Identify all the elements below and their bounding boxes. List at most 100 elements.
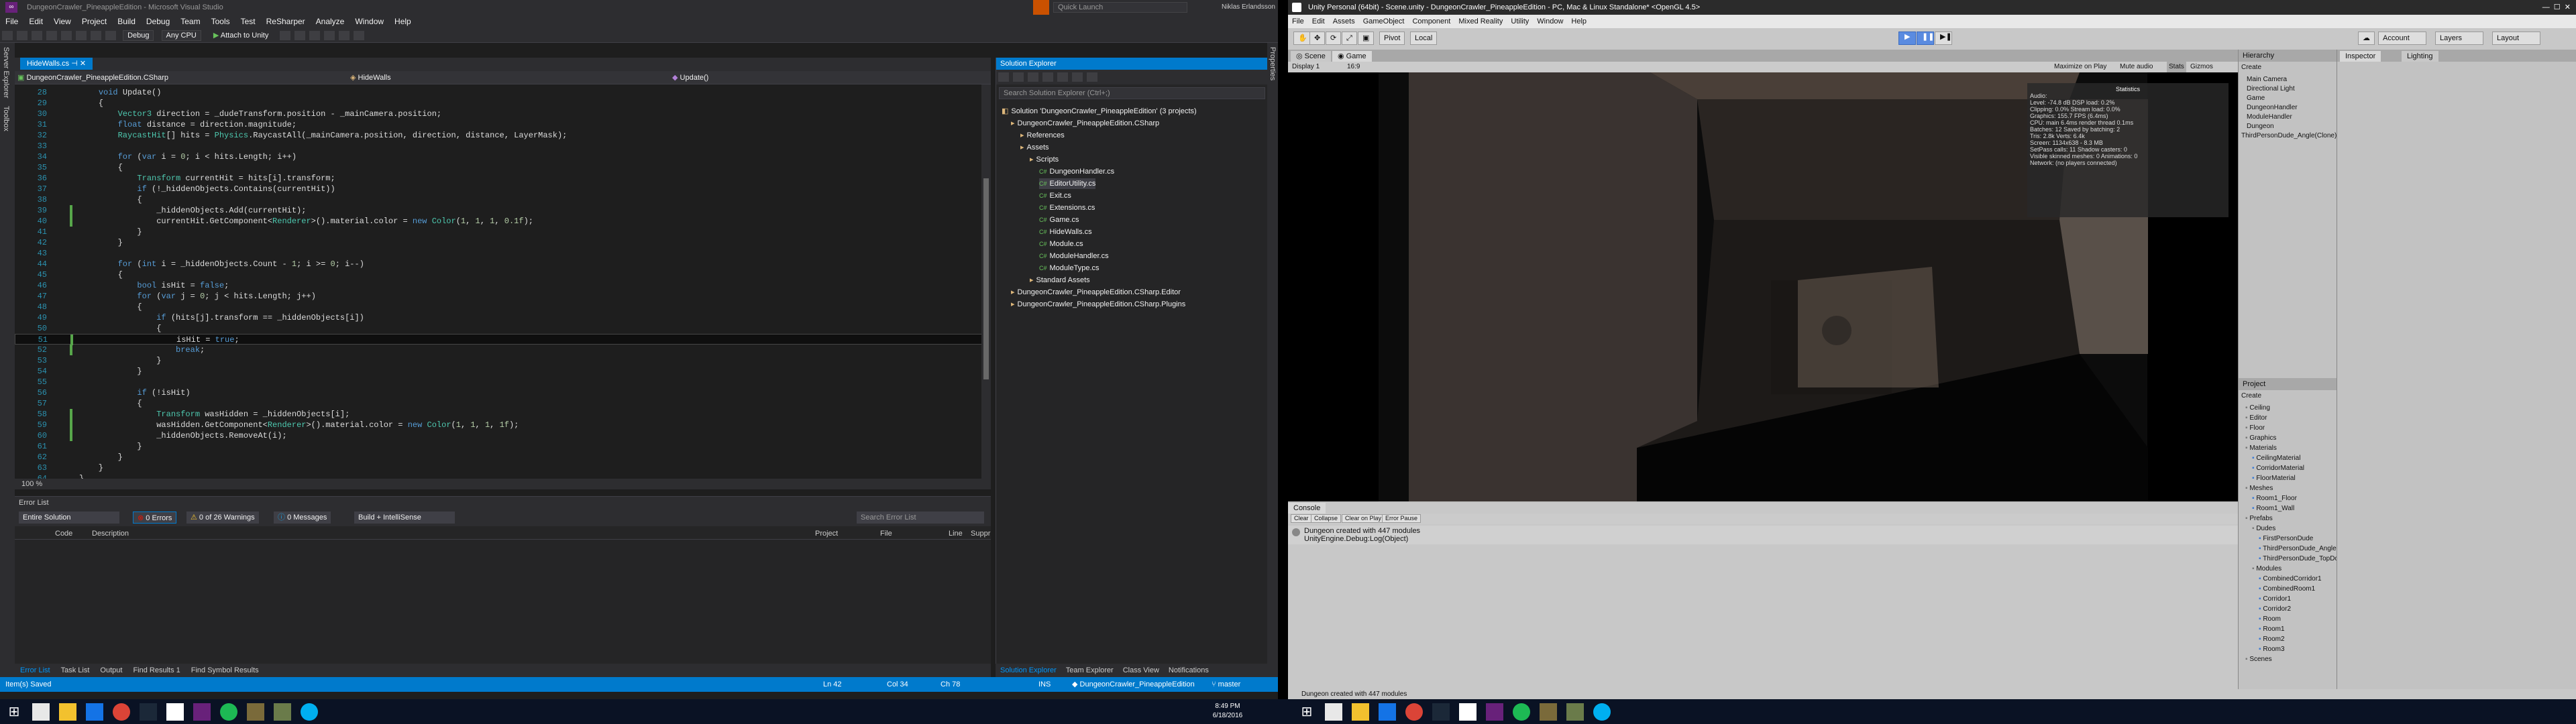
project-item[interactable]: ▪ Ceiling [2245, 404, 2270, 413]
editor-scrollbar[interactable] [981, 84, 991, 479]
umenu-help[interactable]: Help [1567, 15, 1591, 28]
code-line[interactable]: 56 if (!isHit) [15, 387, 991, 398]
console-log-entry[interactable]: Dungeon created with 447 modules UnityEn… [1288, 526, 2238, 544]
project-item[interactable]: ▪ Editor [2245, 414, 2267, 423]
col-suppression[interactable]: Suppr [971, 528, 990, 540]
nav-member-dropdown[interactable]: ◆ Update() [672, 71, 987, 84]
tab-scene[interactable]: ◎ Scene [1291, 51, 1331, 62]
solution-tree-item[interactable]: ▸ References [1020, 130, 1065, 141]
pivot-toggle[interactable]: Pivot [1379, 32, 1405, 45]
code-line[interactable]: 53 } [15, 355, 991, 366]
project-item[interactable]: ▪ Scenes [2245, 655, 2272, 664]
step-button[interactable]: ▶❚ [1935, 32, 1952, 45]
tab-inspector[interactable]: Inspector [2340, 51, 2381, 62]
col-project[interactable]: Project [815, 528, 838, 540]
tab-solution-explorer[interactable]: Solution Explorer [996, 664, 1061, 677]
code-line[interactable]: 30 Vector3 direction = _dudeTransform.po… [15, 109, 991, 119]
store-icon[interactable] [1379, 703, 1396, 721]
code-line[interactable]: 34 for (var i = 0; i < hits.Length; i++) [15, 152, 991, 162]
project-title[interactable]: Project [2239, 378, 2337, 390]
solution-tree-item[interactable]: C# Exit.cs [1039, 190, 1071, 201]
scope-select[interactable]: Entire Solution [19, 511, 119, 524]
menu-test[interactable]: Test [235, 15, 261, 28]
toolbar-tool-icon[interactable] [324, 31, 335, 40]
code-line[interactable]: 36 Transform currentHit = hits[i].transf… [15, 173, 991, 184]
minecraft-icon[interactable] [1540, 703, 1557, 721]
unity-task-icon[interactable] [1459, 703, 1477, 721]
menu-file[interactable]: File [0, 15, 23, 28]
status-project[interactable]: ◆ DungeonCrawler_PineappleEdition [1072, 677, 1195, 692]
gizmos-dropdown[interactable]: Gizmos [2190, 62, 2213, 72]
rect-tool-icon[interactable]: ▣ [1358, 32, 1375, 45]
layout-dropdown[interactable]: Layout [2492, 32, 2540, 45]
hierarchy-item[interactable]: Dungeon [2247, 122, 2274, 131]
code-line[interactable]: 44 for (int i = _hiddenObjects.Count - 1… [15, 259, 991, 269]
aspect-select[interactable]: 16:9 [1347, 62, 1360, 72]
server-explorer-tab[interactable]: Server Explorer [0, 43, 12, 102]
display-select[interactable]: Display 1 [1292, 62, 1320, 72]
start-icon[interactable]: ⊞ [1298, 703, 1316, 721]
visual-studio-task-icon[interactable] [193, 703, 211, 721]
preview-icon[interactable] [1087, 72, 1097, 82]
code-line[interactable]: 55 [15, 377, 991, 387]
refresh-icon[interactable] [1028, 72, 1038, 82]
document-tab-hidewalls[interactable]: HideWalls.cs ⊣ ✕ [20, 58, 93, 70]
menu-view[interactable]: View [48, 15, 76, 28]
hierarchy-item[interactable]: ModuleHandler [2247, 113, 2292, 122]
solution-tree-item[interactable]: C# Module.cs [1039, 239, 1083, 249]
project-item[interactable]: ▪ ThirdPersonDude_Angle [2259, 544, 2337, 554]
umenu-component[interactable]: Component [1408, 15, 1454, 28]
console-error-pause-button[interactable]: Error Pause [1382, 514, 1421, 523]
platform-select[interactable]: Any CPU [161, 30, 201, 41]
solution-tree-item[interactable]: C# ModuleType.cs [1039, 263, 1099, 274]
code-line[interactable]: 63 } [15, 463, 991, 473]
hierarchy-create-button[interactable]: Create [2241, 63, 2261, 72]
tab-find-results[interactable]: Find Results 1 [127, 664, 185, 677]
project-item[interactable]: ▪ Dudes [2252, 524, 2275, 534]
tab-error-list[interactable]: Error List [15, 664, 56, 677]
chrome-icon[interactable] [1405, 703, 1423, 721]
save-all-icon[interactable] [76, 31, 87, 40]
code-line[interactable]: 50 { [15, 323, 991, 334]
status-branch[interactable]: ⑂ master [1212, 677, 1240, 692]
console-clear-button[interactable]: Clear [1291, 514, 1312, 523]
notification-flag-icon[interactable] [1033, 0, 1049, 15]
app-icon[interactable] [274, 703, 291, 721]
build-filter-select[interactable]: Build + IntelliSense [354, 511, 455, 524]
console-collapse-button[interactable]: Collapse [1311, 514, 1342, 523]
menu-window[interactable]: Window [350, 15, 389, 28]
solution-tree-item[interactable]: ▸ Assets [1020, 142, 1049, 153]
project-item[interactable]: ▪ Modules [2252, 564, 2282, 574]
scrollbar-thumb[interactable] [983, 178, 989, 379]
code-line[interactable]: 59 wasHidden.GetComponent<Renderer>().ma… [15, 420, 991, 430]
sync-icon[interactable] [1013, 72, 1024, 82]
pin-icon[interactable]: ⊣ [71, 60, 78, 68]
cloud-icon[interactable]: ☁ [2358, 32, 2375, 45]
project-item[interactable]: ▪ FloorMaterial [2252, 474, 2296, 483]
forward-icon[interactable] [17, 31, 28, 40]
properties-tab[interactable]: Properties [1267, 43, 1278, 84]
code-line[interactable]: 54 } [15, 366, 991, 377]
project-item[interactable]: ▪ Corridor1 [2259, 595, 2291, 604]
solution-tree-item[interactable]: C# ModuleHandler.cs [1039, 251, 1109, 261]
home-icon[interactable] [998, 72, 1009, 82]
code-line[interactable]: 45 { [15, 269, 991, 280]
code-line[interactable]: 52 break; [15, 345, 991, 355]
steam-icon[interactable] [1432, 703, 1450, 721]
project-item[interactable]: ▪ Prefabs [2245, 514, 2273, 524]
local-toggle[interactable]: Local [1410, 32, 1438, 45]
menu-resharper[interactable]: ReSharper [261, 15, 311, 28]
warnings-filter-button[interactable]: ⚠ 0 of 26 Warnings [186, 511, 259, 524]
code-line[interactable]: 40 currentHit.GetComponent<Renderer>().m… [15, 216, 991, 227]
solution-tree-item[interactable]: C# HideWalls.cs [1039, 227, 1092, 237]
mute-audio-toggle[interactable]: Mute audio [2120, 62, 2153, 72]
config-select[interactable]: Debug [123, 30, 154, 41]
collapse-all-icon[interactable] [1042, 72, 1053, 82]
menu-help[interactable]: Help [389, 15, 417, 28]
toolbox-tab[interactable]: Toolbox [0, 102, 12, 135]
pause-button[interactable]: ❚❚ [1917, 32, 1934, 45]
messages-filter-button[interactable]: ⓘ 0 Messages [274, 511, 331, 524]
code-line[interactable]: 38 { [15, 194, 991, 205]
window-controls[interactable]: — ☐ ✕ [2516, 0, 2576, 15]
project-item[interactable]: ▪ Corridor2 [2259, 605, 2291, 614]
